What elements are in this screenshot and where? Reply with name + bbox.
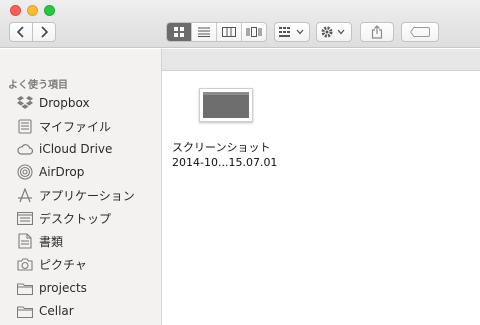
icon-view-icon [174, 27, 184, 37]
folder-icon [17, 303, 33, 319]
chevron-left-icon [17, 26, 24, 38]
cover-flow-button[interactable] [242, 23, 266, 41]
dropbox-icon [17, 95, 33, 111]
column-view-button[interactable] [217, 23, 242, 41]
sidebar-item-label: iCloud Drive [39, 142, 113, 156]
chevron-right-icon [41, 26, 48, 38]
sidebar-item-desktop[interactable]: デスクトップ [0, 207, 161, 229]
maximize-button[interactable] [44, 5, 55, 16]
arrange-icon [279, 27, 304, 37]
share-button[interactable] [360, 22, 394, 42]
sidebar-item-label: projects [39, 281, 87, 295]
sidebar-item-airdrop[interactable]: AirDrop [0, 161, 161, 183]
cover-flow-icon [246, 27, 262, 37]
view-mode-control [166, 22, 267, 42]
camera-icon [17, 256, 33, 272]
forward-button[interactable] [32, 22, 56, 42]
tag-button[interactable] [401, 22, 439, 42]
documents-icon [17, 233, 33, 249]
sidebar-item-icloud-drive[interactable]: iCloud Drive [0, 138, 161, 160]
column-view-icon [222, 27, 236, 37]
sidebar-item-label: マイファイル [39, 119, 112, 134]
all-my-files-icon [17, 118, 33, 134]
close-button[interactable] [10, 5, 21, 16]
sidebar-item-applications[interactable]: アプリケーション [0, 184, 161, 206]
minimize-button[interactable] [27, 5, 38, 16]
sidebar-item-pictures[interactable]: ピクチャ [0, 253, 161, 275]
airdrop-icon [17, 164, 33, 180]
screenshot-file-thumbnail[interactable] [199, 88, 253, 122]
screenshot-file-name[interactable]: スクリーンショット 2014-10...15.07.01 [172, 140, 282, 170]
sidebar-item-label: Cellar [39, 304, 74, 318]
list-view-button[interactable] [192, 23, 217, 41]
arrange-button[interactable] [274, 22, 310, 42]
sidebar-item-projects[interactable]: projects [0, 277, 161, 299]
gear-icon [321, 26, 345, 38]
finder-window: よく使う項目 Dropbox マイファイル iCloud Drive AirDr… [0, 0, 480, 325]
sidebar-item-label: Dropbox [39, 96, 90, 110]
icon-view-button[interactable] [167, 23, 192, 41]
cloud-icon [17, 141, 33, 157]
desktop-icon [17, 210, 33, 226]
file-name-line1: スクリーンショット [172, 141, 271, 154]
sidebar-section-favorites: よく使う項目 [8, 80, 68, 91]
back-button[interactable] [9, 22, 33, 42]
sidebar-item-dropbox[interactable]: Dropbox [0, 92, 161, 114]
list-view-icon [198, 27, 210, 37]
sidebar-item-label: 書類 [39, 234, 64, 249]
toolbar [0, 0, 480, 48]
sidebar-item-label: AirDrop [39, 165, 85, 179]
sidebar-item-label: ピクチャ [39, 257, 87, 272]
sidebar-item-label: デスクトップ [39, 211, 112, 226]
action-button[interactable] [316, 22, 352, 42]
thumbnail-image [203, 92, 249, 118]
tag-icon [410, 27, 430, 37]
folder-icon [17, 280, 33, 296]
sidebar-item-all-my-files[interactable]: マイファイル [0, 115, 161, 137]
sidebar-item-label: アプリケーション [39, 188, 135, 203]
sidebar-item-cellar[interactable]: Cellar [0, 300, 161, 322]
applications-icon [17, 187, 33, 203]
share-icon [371, 25, 383, 39]
sidebar-item-documents[interactable]: 書類 [0, 230, 161, 252]
file-name-line2: 2014-10...15.07.01 [172, 156, 278, 169]
